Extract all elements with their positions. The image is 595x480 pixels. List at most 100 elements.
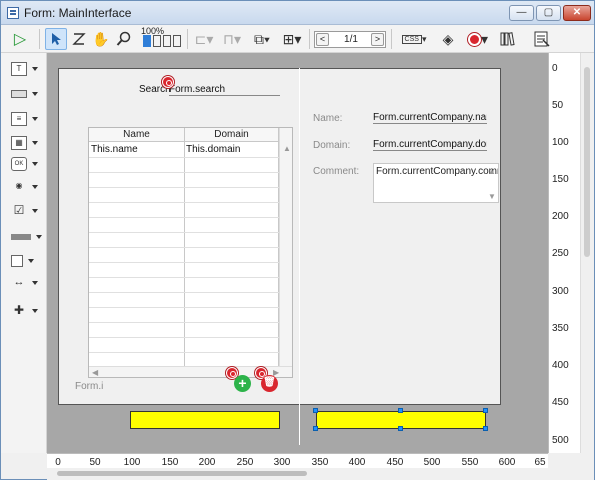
selection-handle[interactable] — [398, 426, 403, 431]
vruler-label: 350 — [552, 323, 569, 334]
plugin-tool[interactable]: ✚ — [11, 303, 43, 319]
list-tool[interactable]: ≡ — [11, 111, 43, 127]
input-tool[interactable] — [11, 86, 43, 102]
form-page[interactable]: Search Form.search Name Domain This.name… — [58, 68, 501, 405]
checkbox-icon: ☑ — [13, 203, 25, 217]
selection-handle[interactable] — [313, 426, 318, 431]
vertical-ruler: 0 50 100 150 200 250 300 350 400 450 500 — [548, 53, 580, 453]
next-page-button[interactable]: > — [371, 33, 384, 46]
css-icon[interactable]: CSS ▾ — [396, 28, 432, 50]
vruler-label: 150 — [552, 174, 569, 185]
name-label: Name: — [313, 113, 343, 124]
page-split-line — [299, 68, 300, 445]
plugin-badge-icon[interactable]: ▾ — [463, 28, 493, 50]
close-button[interactable]: ✕ — [563, 5, 591, 21]
zoom-level-icons[interactable] — [140, 34, 184, 48]
hruler-label: 0 — [55, 457, 61, 468]
search-field[interactable]: Form.search — [169, 84, 280, 96]
column-header-domain[interactable]: Domain — [184, 128, 279, 142]
list-vertical-scrollbar[interactable]: ▲ — [279, 128, 292, 366]
plugin-badge-icon[interactable] — [162, 76, 174, 88]
hruler-label: 400 — [348, 457, 366, 468]
hruler-label: 65 — [534, 457, 546, 468]
form-editor-window: Form: MainInterface — ▢ ✕ ▷ ✋ 100% ⊏▾ ⊓▾… — [0, 0, 595, 480]
checkbox-tool[interactable]: ☑ — [11, 203, 43, 219]
hruler-label: 550 — [461, 457, 479, 468]
scrollbar-thumb[interactable] — [57, 471, 307, 476]
canvas-vertical-scrollbar[interactable] — [580, 53, 594, 453]
scrollbar-thumb[interactable] — [584, 67, 590, 257]
scroll-left-icon[interactable]: ◀ — [92, 368, 98, 377]
input-icon — [11, 90, 27, 98]
trash-icon: 🗑 — [263, 377, 276, 388]
scroll-up-icon[interactable]: ▲ — [488, 167, 496, 176]
minimize-button[interactable]: — — [509, 5, 534, 21]
library-icon[interactable] — [498, 28, 520, 50]
comment-label: Comment: — [313, 166, 360, 177]
link-tool-icon[interactable] — [69, 28, 89, 50]
hruler-label: 250 — [236, 457, 254, 468]
company-list-box[interactable]: Name Domain This.name This.domain ▲ ◀ ▶ — [88, 127, 293, 378]
align-center-icon[interactable]: ⊓▾ — [219, 28, 245, 50]
selection-handle[interactable] — [313, 408, 318, 413]
domain-field[interactable]: Form.currentCompany.doma — [373, 139, 487, 151]
add-button[interactable]: + — [234, 375, 251, 392]
selection-handle[interactable] — [483, 426, 488, 431]
delete-button[interactable]: 🗑 — [261, 375, 278, 392]
hruler-label: 350 — [311, 457, 329, 468]
splitter-tool[interactable]: ↔ — [11, 275, 43, 291]
footer-label: Form.i — [75, 381, 104, 392]
canvas-horizontal-scrollbar[interactable] — [47, 468, 594, 480]
text-icon: T — [11, 62, 27, 76]
window-title: Form: MainInterface — [24, 6, 132, 20]
rectangle-icon — [11, 255, 23, 267]
object-palette: T ≡ ▦ OK ◉ ☑ ↔ ✚ — [1, 53, 47, 453]
hruler-label: 100 — [123, 457, 141, 468]
vruler-label: 100 — [552, 137, 569, 148]
selection-handle[interactable] — [398, 408, 403, 413]
hand-icon[interactable]: ✋ — [91, 28, 111, 50]
yellow-rectangle-left[interactable] — [130, 411, 280, 429]
domain-label: Domain: — [313, 140, 351, 151]
puzzle-icon: ✚ — [13, 303, 25, 317]
properties-icon[interactable] — [531, 28, 553, 50]
scroll-down-icon[interactable]: ▼ — [488, 192, 496, 201]
rectangle-tool[interactable] — [11, 253, 43, 269]
pointer-icon[interactable] — [45, 28, 67, 50]
layers-icon[interactable]: ◈ — [438, 28, 458, 50]
play-icon[interactable]: ▷ — [9, 28, 31, 50]
comment-value: Form.currentCompany.comm — [376, 166, 499, 177]
align-left-icon[interactable]: ⊏▾ — [191, 28, 217, 50]
list-icon: ≡ — [11, 112, 27, 126]
hruler-label: 500 — [423, 457, 441, 468]
zoom-icon[interactable] — [114, 28, 134, 50]
form-icon — [7, 7, 19, 19]
name-field[interactable]: Form.currentCompany.name — [373, 112, 487, 124]
hruler-label: 600 — [498, 457, 516, 468]
comment-field[interactable]: Form.currentCompany.comm ▲ ▼ — [373, 163, 499, 203]
domain-cell: This.domain — [186, 144, 241, 155]
hruler-label: 300 — [273, 457, 291, 468]
hruler-label: 200 — [198, 457, 216, 468]
scrollbar-tool[interactable] — [11, 229, 43, 245]
vruler-label: 300 — [552, 286, 569, 297]
button-icon: OK — [11, 157, 27, 171]
scroll-up-icon[interactable]: ▲ — [283, 144, 291, 153]
grid-icon: ▦ — [11, 136, 27, 150]
grid-tool[interactable]: ▦ — [11, 135, 43, 151]
vruler-label: 250 — [552, 248, 569, 259]
arrange-icon[interactable]: ⧉▾ — [249, 28, 275, 50]
vruler-label: 0 — [552, 63, 558, 74]
page-navigator: < 1/1 > — [314, 31, 386, 48]
button-tool[interactable]: OK — [11, 156, 43, 172]
text-tool[interactable]: T — [11, 61, 43, 77]
group-icon[interactable]: ⊞▾ — [279, 28, 305, 50]
horizontal-ruler: 0 50 100 150 200 250 300 350 400 450 500… — [47, 453, 548, 468]
title-bar[interactable]: Form: MainInterface — ▢ ✕ — [1, 1, 594, 25]
vruler-label: 400 — [552, 360, 569, 371]
selection-handle[interactable] — [483, 408, 488, 413]
column-header-name[interactable]: Name — [89, 128, 184, 142]
design-canvas[interactable]: Search Form.search Name Domain This.name… — [47, 53, 548, 453]
maximize-button[interactable]: ▢ — [536, 5, 561, 21]
radio-tool[interactable]: ◉ — [11, 179, 43, 195]
